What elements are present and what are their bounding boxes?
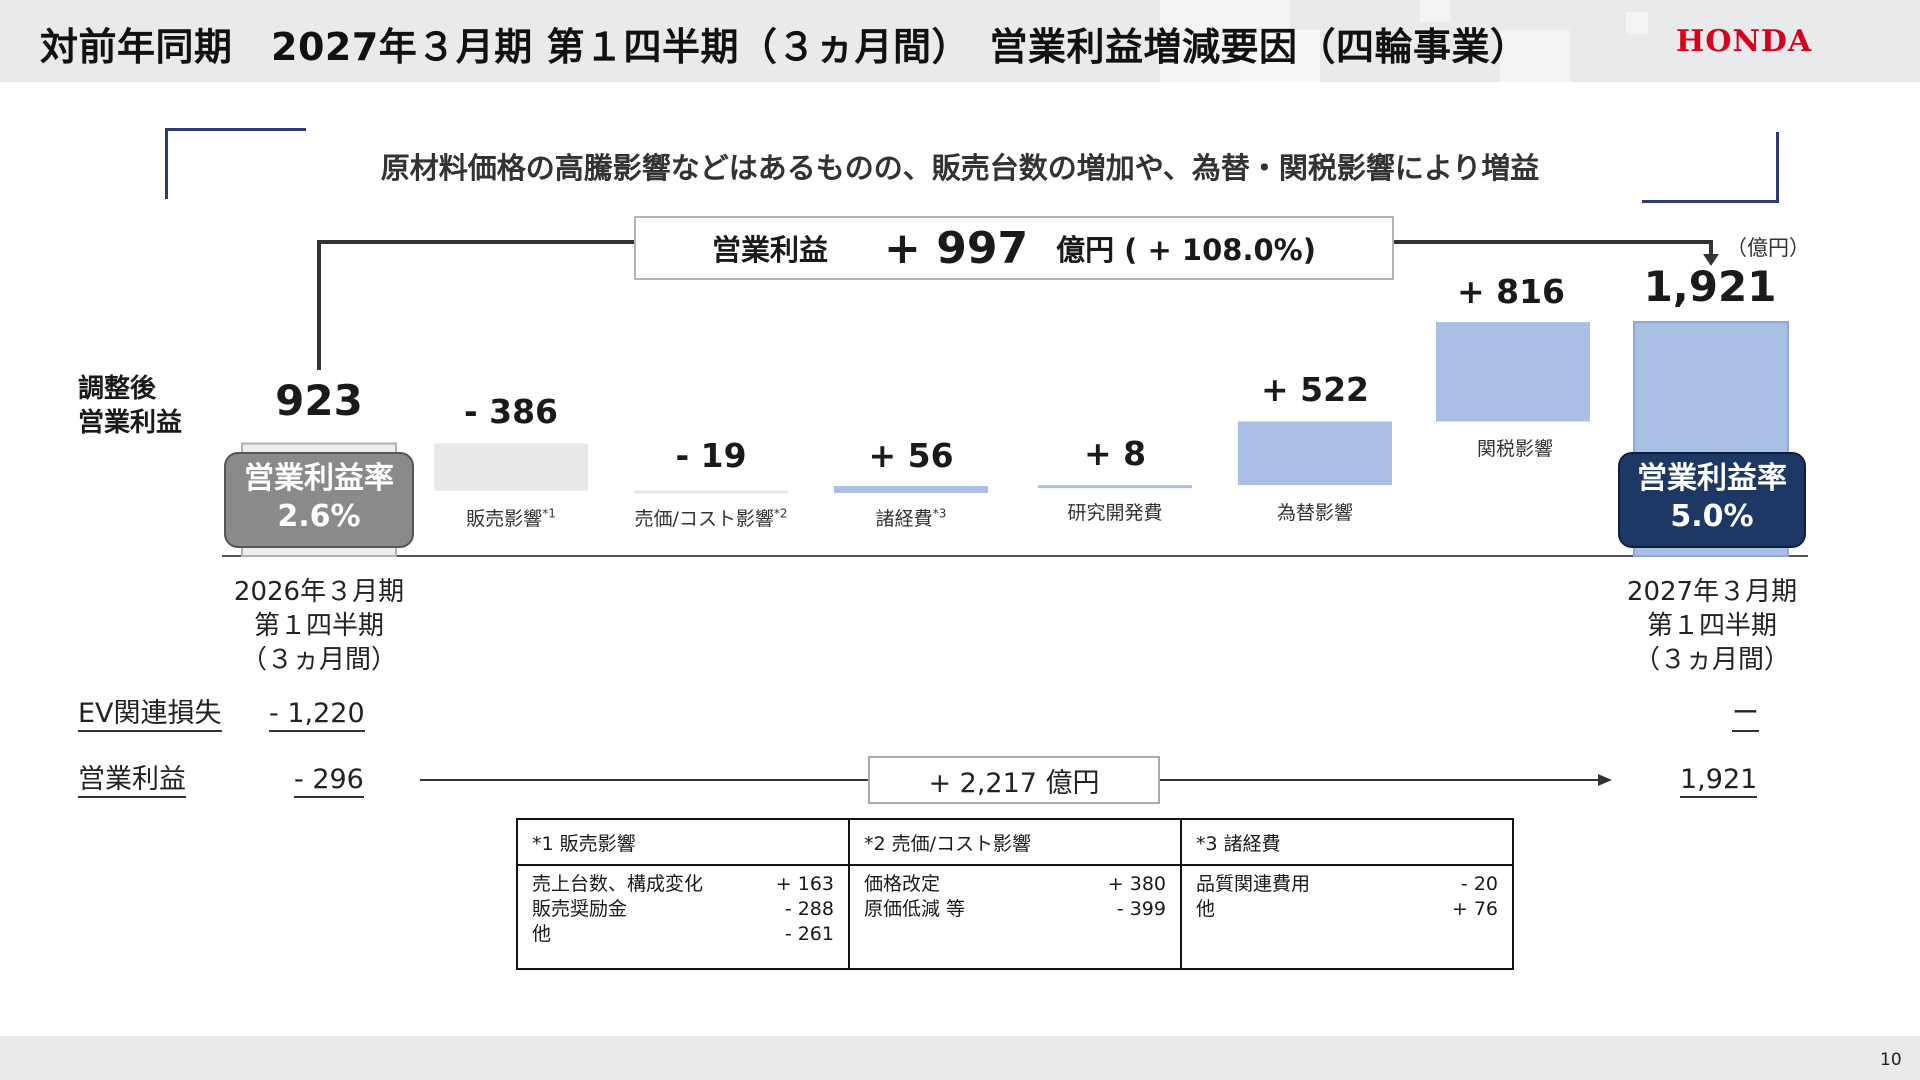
step-bar: [834, 486, 988, 493]
step-value-label: - 19: [675, 436, 747, 475]
step-category-label: 販売影響*1: [466, 506, 556, 530]
prev-margin-value: 2.6%: [277, 499, 361, 534]
footnote-table: *1 販売影響 売上台数、構成変化 + 163 販売奨励金 - 288 他- 261…: [516, 818, 1514, 970]
ev-loss-prev-value: - 1,220: [269, 698, 365, 732]
ev-loss-curr-value: ー: [1732, 698, 1759, 732]
total-bracket: [317, 240, 640, 370]
total-bracket-right: [1394, 240, 1713, 256]
step-bar: [1038, 485, 1192, 489]
footnote-row: 売上台数、構成変化 + 163: [532, 873, 834, 895]
step-value-label: + 56: [868, 436, 954, 475]
curr-margin-value: 5.0%: [1670, 499, 1754, 534]
prev-period-label: 2026年３月期 第１四半期 （３ヵ月間）: [233, 577, 405, 675]
step-category-label: 売価/コスト影響*2: [634, 506, 788, 530]
unit-label: （億円）: [1726, 236, 1810, 260]
footnote-row: 他- 261: [532, 923, 834, 945]
footnote-title: *3 諸経費: [1182, 820, 1512, 866]
step-bar: [634, 490, 788, 494]
curr-period-label: 2027年３月期 第１四半期 （３ヵ月間）: [1626, 577, 1798, 675]
prev-margin-label: 営業利益率: [244, 461, 394, 496]
step-bar: [1436, 322, 1590, 422]
op-profit-label: 営業利益: [78, 764, 186, 798]
footnote-row: 原価低減 等- 399: [864, 898, 1166, 920]
step-category-label: 研究開発費: [1067, 502, 1163, 524]
op-arrow-head: [1598, 774, 1612, 786]
op-profit-curr-value: 1,921: [1680, 764, 1758, 798]
step-bar: [434, 443, 588, 491]
footer-bar: [0, 1036, 1920, 1080]
step-category-label: 関税影響: [1476, 438, 1553, 460]
page-number: 10: [1880, 1050, 1902, 1070]
total-change-unit: 億円 ( + 108.0%): [1056, 233, 1316, 267]
prev-margin-badge: 営業利益率 2.6%: [224, 452, 414, 548]
total-change-box: 営業利益 + 997 億円 ( + 108.0%): [634, 216, 1394, 280]
op-profit-prev-value: - 296: [294, 764, 364, 798]
step-value-label: - 386: [463, 392, 559, 431]
end-value-label: 1,921: [1643, 262, 1777, 311]
step-value-label: + 8: [1083, 434, 1147, 473]
curr-margin-label: 営業利益率: [1637, 461, 1787, 496]
step-category-label: 諸経費*3: [875, 506, 947, 530]
start-value-label: 923: [275, 376, 363, 425]
step-category-label: 為替影響: [1276, 502, 1353, 524]
curr-margin-badge: 営業利益率 5.0%: [1618, 452, 1806, 548]
footnote-col-expenses: *3 諸経費 品質関連費用 - 20 他 + 76: [1182, 820, 1512, 968]
ev-loss-label: EV関連損失: [78, 698, 222, 732]
footnote-title: *2 売価/コスト影響: [850, 820, 1180, 866]
adjusted-op-label-2: 営業利益: [78, 408, 183, 438]
step-value-label: + 816: [1456, 272, 1566, 311]
footnote-title: *1 販売影響: [518, 820, 848, 866]
footnote-row: 他 + 76: [1196, 898, 1498, 920]
adjusted-op-label-1: 調整後: [78, 374, 157, 404]
step-bar: [1238, 421, 1392, 486]
step-value-label: + 522: [1260, 370, 1370, 409]
footnote-col-sales: *1 販売影響 売上台数、構成変化 + 163 販売奨励金 - 288 他- 261: [518, 820, 850, 968]
total-change-value: + 997: [884, 222, 1029, 274]
footnote-row: 販売奨励金 - 288: [532, 898, 834, 920]
op-change-box: + 2,217 億円: [868, 756, 1160, 804]
footnote-col-price-cost: *2 売価/コスト影響 価格改定 + 380 原価低減 等- 399: [850, 820, 1182, 968]
footnote-row: 品質関連費用 - 20: [1196, 873, 1498, 895]
total-change-label: 営業利益: [712, 233, 829, 267]
footnote-row: 価格改定 + 380: [864, 873, 1166, 895]
